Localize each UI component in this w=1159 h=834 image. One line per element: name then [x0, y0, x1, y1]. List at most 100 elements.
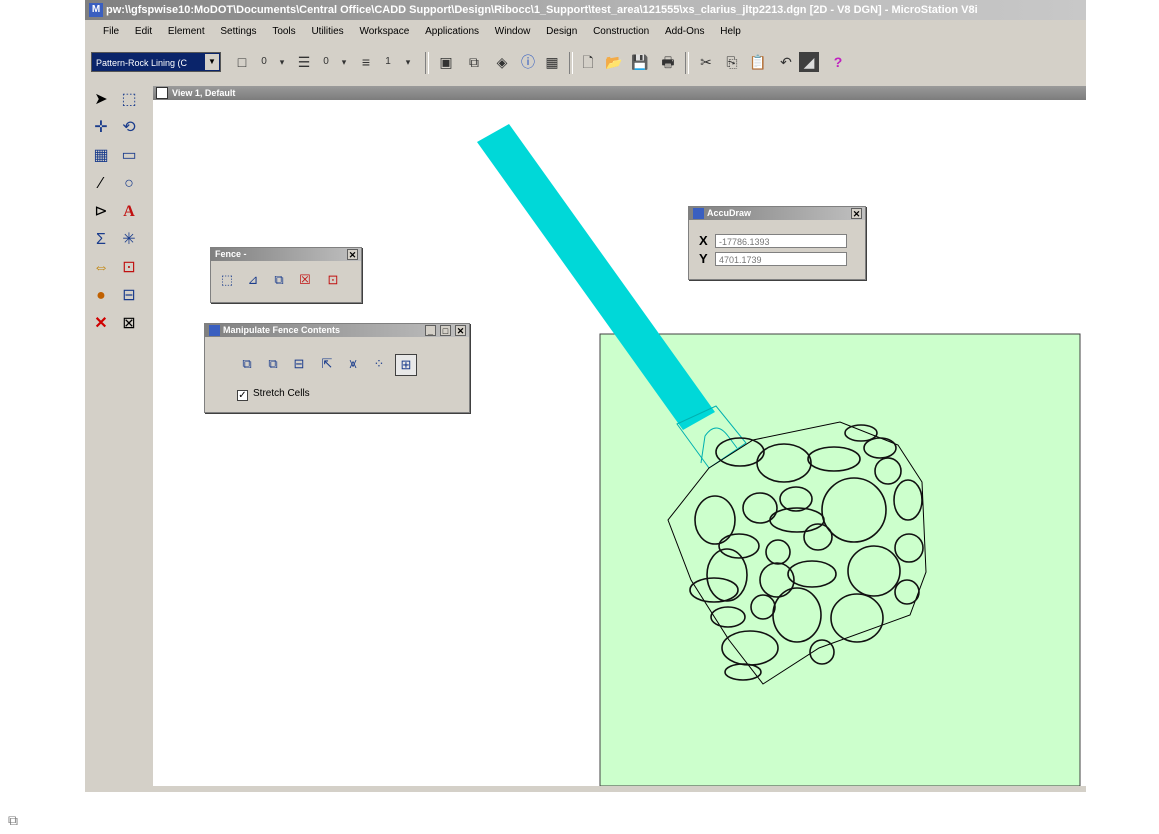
manipulate-fence-icon[interactable]: ⧉: [269, 270, 289, 290]
models-icon[interactable]: ▣: [435, 52, 457, 72]
dimension-icon[interactable]: ⇔: [89, 256, 113, 280]
menu-help[interactable]: Help: [720, 26, 741, 37]
microstation-logo-icon: [693, 208, 704, 219]
toolbar-separator: [685, 52, 689, 74]
menu-applications[interactable]: Applications: [425, 26, 479, 37]
copy-fence-icon[interactable]: ⧉: [237, 354, 257, 374]
new-file-icon[interactable]: 🗋: [577, 52, 599, 72]
paste-icon[interactable]: 📋: [747, 52, 769, 72]
delete-icon[interactable]: ✕: [89, 312, 113, 336]
drop-fence-icon[interactable]: ⊡: [323, 270, 343, 290]
tentative-point-icon[interactable]: ✛: [89, 116, 113, 140]
print-icon[interactable]: 🖶: [657, 52, 679, 72]
annotation-icon[interactable]: ⊠: [117, 312, 141, 336]
line-weight-icon[interactable]: ≡: [355, 52, 377, 72]
manipulate-icon[interactable]: ⟲: [117, 116, 141, 140]
circle-icon[interactable]: ○: [117, 172, 141, 196]
menu-tools[interactable]: Tools: [272, 26, 295, 37]
save-icon[interactable]: 💾: [629, 52, 651, 72]
cell-icon[interactable]: ⊳: [89, 200, 113, 224]
stretch-cells-label: Stretch Cells: [253, 388, 310, 399]
y-coordinate-field[interactable]: 4701.1739: [715, 252, 847, 266]
open-folder-icon[interactable]: 📂: [603, 52, 625, 72]
fence-title: Fence -: [215, 249, 247, 259]
modify-icon[interactable]: ⊡: [117, 256, 141, 280]
microstation-logo-icon: M: [89, 3, 103, 17]
measure-icon[interactable]: ▦: [89, 144, 113, 168]
drawing-canvas[interactable]: [153, 100, 1086, 787]
view-window: View 1, Default: [153, 86, 1086, 787]
accudraw-title-bar: AccuDraw ✕: [689, 207, 865, 220]
menu-add-ons[interactable]: Add-Ons: [665, 26, 704, 37]
weight-value: 1: [385, 56, 391, 67]
chevron-down-icon[interactable]: ▾: [397, 52, 419, 72]
maximize-icon[interactable]: □: [440, 325, 451, 336]
chevron-down-icon[interactable]: ▾: [333, 52, 355, 72]
scale-fence-icon[interactable]: ⇱: [317, 354, 337, 374]
menu-element[interactable]: Element: [168, 26, 205, 37]
chevron-down-icon[interactable]: ▼: [205, 54, 219, 70]
delete-fence-icon[interactable]: ☒: [295, 270, 315, 290]
manipulate-title: Manipulate Fence Contents: [223, 325, 341, 335]
accudraw-dialog: AccuDraw ✕ X -17786.1393 Y 4701.1739: [688, 206, 866, 280]
help-icon[interactable]: ?: [827, 52, 849, 72]
close-icon[interactable]: ✕: [851, 208, 862, 219]
minimize-icon[interactable]: _: [425, 325, 436, 336]
level-dropdown[interactable]: Pattern-Rock Lining (C ▼: [91, 52, 221, 72]
references-icon[interactable]: ⧉: [463, 52, 485, 72]
y-label: Y: [699, 251, 708, 266]
attributes-toolbar: Pattern-Rock Lining (C ▼ □ 0 ▾ ☰ 0 ▾ ≡ 1…: [85, 46, 1086, 78]
copy-icon[interactable]: ⎘: [721, 52, 743, 72]
menu-workspace[interactable]: Workspace: [359, 26, 409, 37]
rotate-fence-icon[interactable]: ⊟: [289, 354, 309, 374]
window-title: pw:\\gfspwise10:MoDOT\Documents\Central …: [106, 4, 978, 16]
close-icon[interactable]: ✕: [455, 325, 466, 336]
menu-settings[interactable]: Settings: [220, 26, 256, 37]
pattern-icon[interactable]: ✳: [117, 228, 141, 252]
line-style-icon[interactable]: ☰: [293, 52, 315, 72]
view-box-icon[interactable]: [156, 87, 168, 99]
text-icon[interactable]: A: [117, 200, 141, 224]
arc-icon[interactable]: ⁄: [89, 172, 113, 196]
info-icon[interactable]: ⓘ: [517, 52, 539, 72]
menu-construction[interactable]: Construction: [593, 26, 649, 37]
level-manager-icon[interactable]: ◈: [491, 52, 513, 72]
groups-icon[interactable]: Σ: [89, 228, 113, 252]
color-swatch-icon[interactable]: □: [231, 52, 253, 72]
x-label: X: [699, 233, 708, 248]
cyan-pipe: [477, 124, 715, 430]
stretch-cells-checkbox[interactable]: ✓: [237, 390, 248, 401]
menu-utilities[interactable]: Utilities: [311, 26, 343, 37]
drawing-svg: [477, 124, 1081, 787]
main-tool-frame: ➤ ⬚ ✛ ⟲ ▦ ▭ ⁄ ○ ⊳ A Σ ✳ ⇔ ⊡ ● ⊟ ✕ ⊠: [85, 86, 151, 792]
stretch-fence-icon[interactable]: ⊞: [395, 354, 417, 376]
view-icon[interactable]: ◢: [799, 52, 819, 72]
manipulate-fence-dialog: Manipulate Fence Contents _ □ ✕ ⧉ ⧉ ⊟ ⇱ …: [204, 323, 470, 413]
toolbar-separator: [425, 52, 429, 74]
fence-dialog: Fence - ✕ ⬚ ⊿ ⧉ ☒ ⊡: [210, 247, 362, 303]
fence-icon[interactable]: ⬚: [117, 88, 141, 112]
x-coordinate-field[interactable]: -17786.1393: [715, 234, 847, 248]
modify-fence-icon[interactable]: ⊿: [243, 270, 263, 290]
place-fence-icon[interactable]: ⬚: [217, 270, 237, 290]
key-in-icon[interactable]: ▦: [541, 52, 563, 72]
mirror-fence-icon[interactable]: ⩙: [343, 354, 363, 374]
undo-icon[interactable]: ↶: [775, 52, 797, 72]
window-title-bar: Mpw:\\gfspwise10:MoDOT\Documents\Central…: [85, 0, 1086, 20]
close-icon[interactable]: ✕: [347, 249, 358, 260]
cut-icon[interactable]: ✂: [695, 52, 717, 72]
menu-edit[interactable]: Edit: [135, 26, 152, 37]
level-value: Pattern-Rock Lining (C: [96, 58, 188, 68]
move-fence-icon[interactable]: ⧉: [263, 354, 283, 374]
drop-icon[interactable]: ⊟: [117, 284, 141, 308]
rectangle-icon[interactable]: ▭: [117, 144, 141, 168]
menu-window[interactable]: Window: [495, 26, 531, 37]
window-restore-icon[interactable]: ⧉: [8, 812, 30, 830]
array-fence-icon[interactable]: ⁘: [369, 354, 389, 374]
menu-bar: File Edit Element Settings Tools Utiliti…: [85, 22, 1086, 42]
menu-file[interactable]: File: [103, 26, 119, 37]
chevron-down-icon[interactable]: ▾: [271, 52, 293, 72]
menu-design[interactable]: Design: [546, 26, 577, 37]
select-arrow-icon[interactable]: ➤: [89, 88, 113, 112]
palette-icon[interactable]: ●: [89, 284, 113, 308]
